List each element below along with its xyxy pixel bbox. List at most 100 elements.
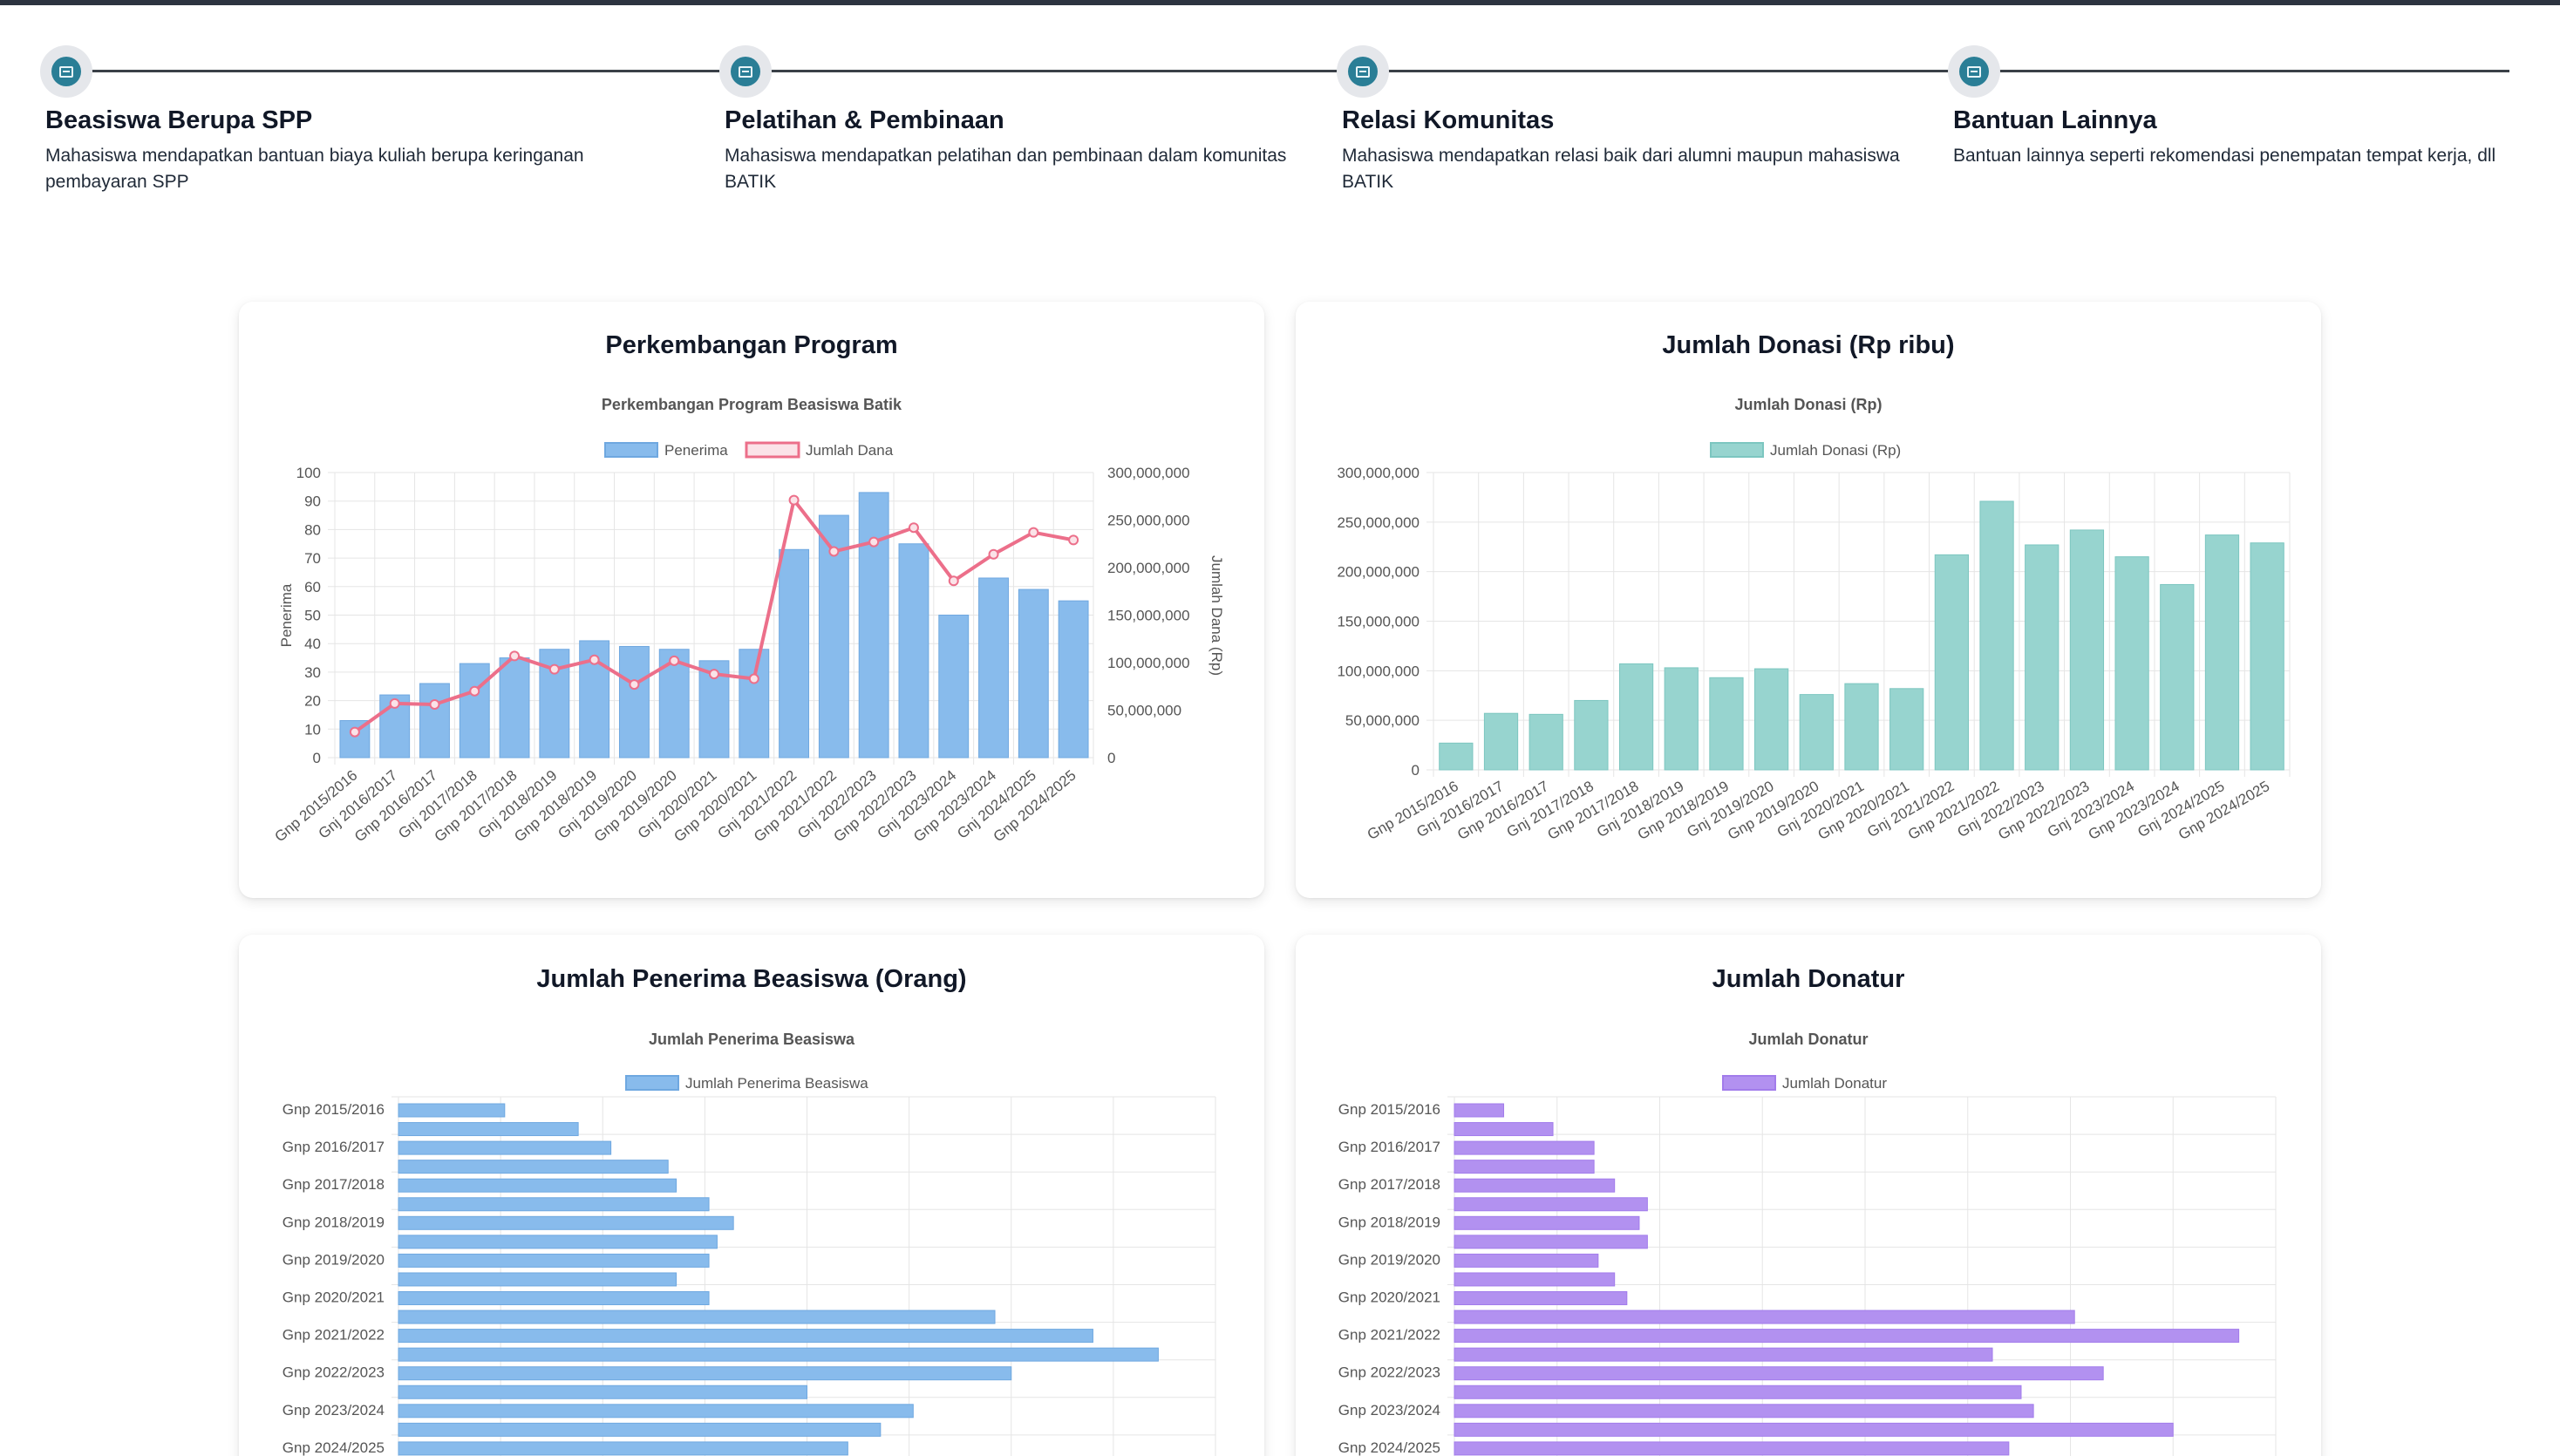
bar: [1529, 713, 1563, 771]
legend-label-jumlah-dana: Jumlah Dana: [806, 442, 894, 459]
line-point: [908, 522, 919, 534]
y-tick-label: 100,000,000: [1337, 663, 1420, 679]
bar: [398, 1422, 882, 1437]
line-point: [629, 679, 640, 691]
bar: [1454, 1272, 1616, 1287]
legend-swatch-donasi: [1710, 442, 1764, 458]
bar: [1454, 1404, 2034, 1419]
y-tick-label: 0: [1412, 762, 1420, 779]
program-chart: Perkembangan Program Beasiswa Batik Pener…: [271, 396, 1225, 845]
bar: [1454, 1215, 1640, 1230]
bar: [1439, 742, 1474, 771]
y2-tick-label: 200,000,000: [1107, 560, 1190, 576]
line-point: [748, 673, 759, 684]
y-tick-label: 50,000,000: [1345, 712, 1420, 729]
y-tick-label: Gnp 2020/2021: [283, 1289, 385, 1306]
y-tick-label: Gnp 2015/2016: [1338, 1101, 1440, 1118]
bar: [398, 1215, 734, 1230]
bar: [1799, 694, 1834, 771]
y-tick-label: 30: [304, 664, 321, 681]
line-point: [1068, 534, 1079, 546]
bar: [779, 548, 810, 759]
bar: [898, 543, 929, 759]
chart-subtitle: Jumlah Donatur: [1748, 1031, 1868, 1048]
y-tick-label: Gnp 2022/2023: [283, 1364, 385, 1381]
y-tick-label: 80: [304, 521, 321, 538]
y-tick-label: 10: [304, 721, 321, 738]
y2-tick-label: 50,000,000: [1107, 703, 1181, 719]
y-tick-label: Gnp 2017/2018: [283, 1176, 385, 1193]
y-tick-label: Gnp 2019/2020: [283, 1251, 385, 1268]
chart-subtitle: Jumlah Penerima Beasiswa: [649, 1031, 855, 1048]
timeline-title: Pelatihan & Pembinaan: [725, 106, 1004, 134]
y-tick-label: 300,000,000: [1337, 465, 1420, 481]
y-tick-label: 0: [313, 750, 321, 766]
bar: [398, 1253, 710, 1268]
bar: [2025, 544, 2060, 771]
legend-label: Jumlah Penerima Beasiswa: [685, 1075, 868, 1092]
y-tick-label: Gnp 2018/2019: [1338, 1214, 1440, 1230]
bar: [398, 1404, 914, 1419]
line-point: [429, 698, 440, 710]
bar: [1454, 1366, 2104, 1381]
bar: [1754, 668, 1789, 771]
y-tick-label: Gnp 2016/2017: [1338, 1139, 1440, 1155]
bar: [398, 1197, 710, 1212]
legend-swatch-jumlah-dana: [745, 441, 800, 459]
bar: [398, 1272, 677, 1287]
legend-label: Jumlah Donatur: [1782, 1075, 1887, 1092]
y-tick-label: Gnp 2019/2020: [1338, 1251, 1440, 1268]
legend-swatch: [625, 1075, 679, 1091]
bar: [1664, 667, 1699, 771]
line-point: [1028, 527, 1039, 538]
chart-subtitle: Perkembangan Program Beasiswa Batik: [602, 396, 902, 413]
y2-tick-label: 0: [1107, 750, 1115, 766]
line-point: [669, 655, 680, 666]
line-point: [509, 650, 521, 662]
y2-tick-label: 150,000,000: [1107, 608, 1190, 624]
y-tick-label: Gnp 2016/2017: [283, 1139, 385, 1155]
y-tick-label: Gnp 2023/2024: [283, 1402, 385, 1419]
bar: [1454, 1422, 2174, 1437]
y-tick-label: 50: [304, 608, 321, 624]
legend-label-penerima: Penerima: [664, 442, 728, 459]
y-tick-label: 200,000,000: [1337, 564, 1420, 581]
line-point: [709, 669, 719, 680]
bar: [1618, 663, 1654, 771]
legend-label-donasi: Jumlah Donasi (Rp): [1770, 442, 1901, 459]
bar: [1574, 699, 1609, 771]
timeline-marker: [1948, 45, 2000, 98]
bar: [1454, 1310, 2075, 1324]
y2-axis-title: Jumlah Dana (Rp): [1209, 555, 1225, 676]
line-point: [389, 697, 400, 709]
bar: [1454, 1235, 1648, 1249]
top-bar: [0, 0, 2560, 5]
bar: [419, 683, 450, 759]
line-point: [349, 726, 360, 738]
bar: [1018, 589, 1049, 759]
bar: [499, 657, 530, 759]
program-chart-card: Perkembangan Program Perkembangan Progra…: [239, 302, 1264, 898]
y2-tick-label: 300,000,000: [1107, 465, 1190, 481]
y-tick-label: Gnp 2017/2018: [1338, 1176, 1440, 1193]
timeline-title: Beasiswa Berupa SPP: [45, 106, 313, 134]
line-point: [988, 548, 999, 560]
y-tick-label: 150,000,000: [1337, 614, 1420, 630]
timeline-description: Mahasiswa mendapatkan pelatihan dan pemb…: [725, 146, 1287, 192]
bar: [398, 1291, 710, 1305]
y-tick-label: Gnp 2018/2019: [283, 1214, 385, 1230]
y-tick-label: 100: [296, 465, 321, 481]
y2-tick-label: 250,000,000: [1107, 513, 1190, 529]
y-tick-label: Gnp 2023/2024: [1338, 1402, 1440, 1419]
bar: [1979, 500, 2014, 771]
timeline-connector: [87, 70, 719, 72]
bar: [1844, 683, 1879, 771]
bar: [1454, 1253, 1599, 1268]
bar: [2250, 542, 2284, 771]
bar: [398, 1366, 1012, 1381]
bar: [978, 577, 1009, 759]
line-point: [948, 575, 959, 587]
bar: [398, 1310, 996, 1324]
line-point: [469, 685, 480, 697]
y-tick-label: 250,000,000: [1337, 514, 1420, 531]
